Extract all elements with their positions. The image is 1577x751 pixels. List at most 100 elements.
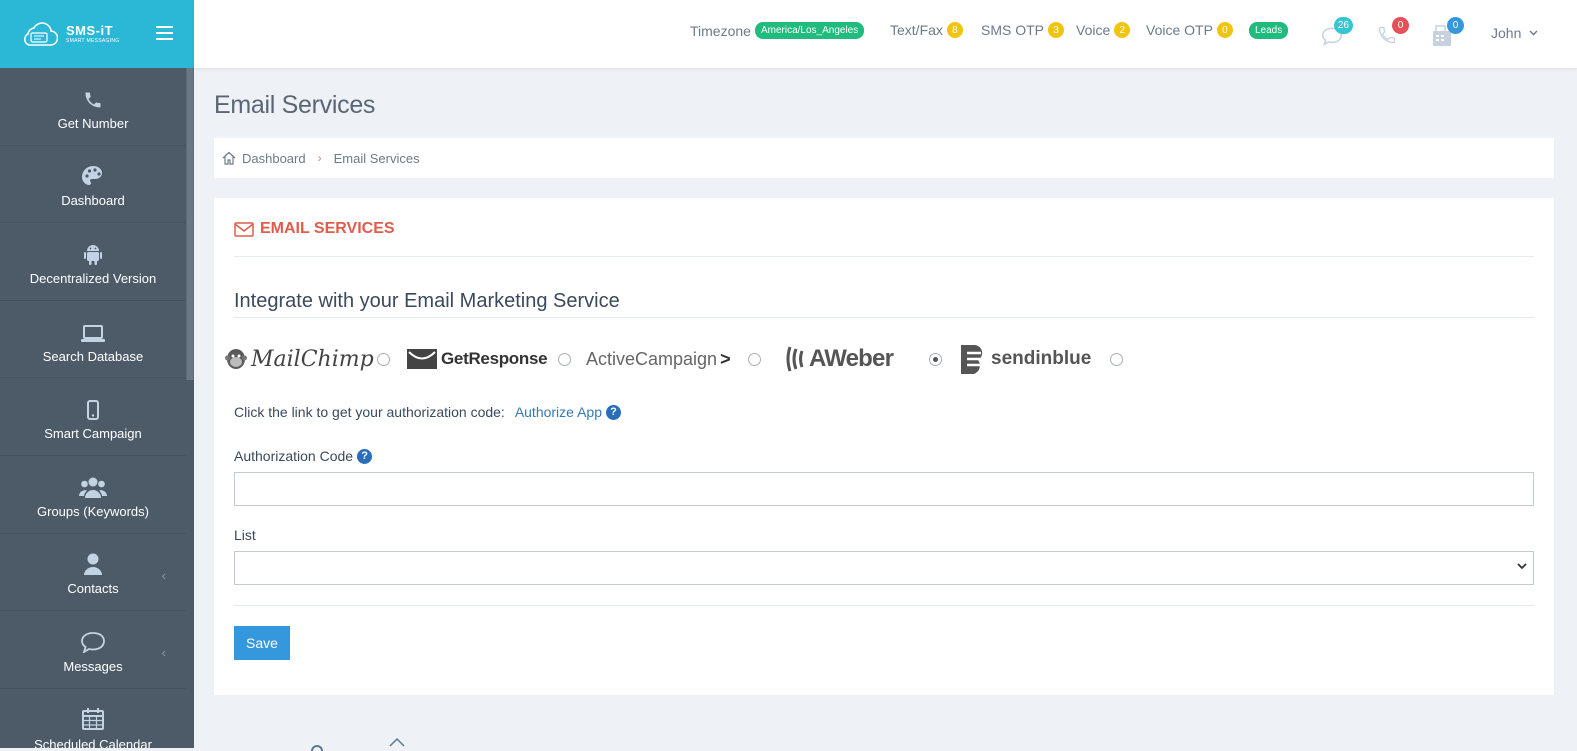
user-menu[interactable]: John xyxy=(1491,25,1538,41)
aweber-logo: AWeber xyxy=(785,343,894,375)
sidebar-item-search-database[interactable]: Search Database xyxy=(0,301,186,379)
authorization-prompt: Click the link to get your authorization… xyxy=(234,404,621,420)
sidebar-item-contacts[interactable]: Contacts ‹ xyxy=(0,534,186,612)
chevron-up-icon[interactable] xyxy=(389,737,405,747)
palette-icon xyxy=(82,166,102,186)
auth-code-label: Authorization Code ? xyxy=(234,448,373,464)
activecampaign-arrow-icon: > xyxy=(720,348,731,369)
brand-name: SMS-iT xyxy=(66,23,114,38)
breadcrumb: Dashboard › Email Services xyxy=(214,138,1554,178)
menu-toggle-icon[interactable] xyxy=(156,26,173,40)
activecampaign-logo: ActiveCampaign > xyxy=(586,343,731,375)
help-icon[interactable]: ? xyxy=(357,448,373,464)
sidebar-item-label: Smart Campaign xyxy=(44,426,142,442)
sidebar-item-messages[interactable]: Messages ‹ xyxy=(0,611,186,689)
getresponse-logo: GetResponse xyxy=(407,343,548,375)
getresponse-envelope-icon xyxy=(407,349,437,369)
sendinblue-logo: sendinblue xyxy=(959,343,1091,375)
chevron-down-icon xyxy=(1529,30,1538,36)
getresponse-name: GetResponse xyxy=(441,349,548,368)
aweber-name: AWeber xyxy=(809,345,894,372)
sidebar-item-label: Contacts xyxy=(67,581,119,597)
sidebar: SMS-iT SMART MESSAGING Get Number Dashbo… xyxy=(0,0,194,748)
panel-heading: EMAIL SERVICES xyxy=(234,220,395,238)
divider xyxy=(234,256,1534,257)
cloud-logo-icon xyxy=(24,22,58,46)
sidebar-item-label: Dashboard xyxy=(61,193,125,209)
fax-notification[interactable]: 0 xyxy=(1432,17,1464,47)
envelope-icon xyxy=(234,221,254,237)
authorization-code-input[interactable] xyxy=(234,472,1534,506)
calendar-icon xyxy=(82,707,104,730)
panel-heading-text: EMAIL SERVICES xyxy=(260,220,395,237)
leads-badge: Leads xyxy=(1249,22,1289,39)
sidebar-item-smart-campaign[interactable]: Smart Campaign xyxy=(0,378,186,456)
help-icon[interactable]: ? xyxy=(605,404,621,420)
sidebar-item-decentralized-version[interactable]: Decentralized Version xyxy=(0,223,186,301)
brand-header: SMS-iT SMART MESSAGING xyxy=(0,0,194,68)
sms-otp-credits[interactable]: SMS OTP 3 xyxy=(981,22,1065,38)
home-icon[interactable] xyxy=(222,151,236,165)
brand-tagline: SMART MESSAGING xyxy=(66,38,120,44)
timezone-badge: America/Los_Angeles xyxy=(754,22,865,39)
sendinblue-name: sendinblue xyxy=(991,348,1092,369)
messages-count-badge: 26 xyxy=(1333,17,1353,34)
timezone-label: Timezone xyxy=(690,22,751,39)
breadcrumb-current: Email Services xyxy=(333,150,420,166)
auth-code-label-text: Authorization Code xyxy=(234,448,354,464)
sendinblue-radio[interactable] xyxy=(1110,353,1123,366)
mailchimp-name: MailChimp xyxy=(251,346,374,372)
fax-count-badge: 0 xyxy=(1447,17,1464,34)
sidebar-scrollbar[interactable] xyxy=(186,68,194,380)
sidebar-item-label: Groups (Keywords) xyxy=(37,503,149,519)
authorize-app-link[interactable]: Authorize App xyxy=(515,404,602,420)
sidebar-item-label: Messages xyxy=(63,658,123,674)
calls-notification[interactable]: 0 xyxy=(1377,17,1409,47)
mailchimp-monkey-icon xyxy=(225,349,247,369)
brand-logo[interactable]: SMS-iT SMART MESSAGING xyxy=(20,20,120,48)
android-icon xyxy=(84,244,102,265)
top-bar: Timezone America/Los_Angeles Text/Fax 8 … xyxy=(194,0,1577,68)
chevron-down-icon xyxy=(1517,563,1527,570)
sidebar-item-label: Get Number xyxy=(57,115,129,131)
timezone-indicator[interactable]: Timezone America/Los_Angeles xyxy=(690,22,865,39)
voice-otp-label: Voice OTP xyxy=(1146,22,1213,38)
list-select[interactable] xyxy=(234,551,1534,585)
breadcrumb-separator-icon: › xyxy=(317,151,322,165)
chat-icon xyxy=(81,632,105,653)
sms-otp-label: SMS OTP xyxy=(981,22,1045,38)
sidebar-item-label: Search Database xyxy=(42,348,144,364)
messages-notification[interactable]: 26 xyxy=(1321,17,1353,47)
save-button[interactable]: Save xyxy=(234,626,290,660)
divider xyxy=(234,605,1534,606)
sidebar-item-groups-keywords[interactable]: Groups (Keywords) xyxy=(0,456,186,534)
mailchimp-radio[interactable] xyxy=(377,353,390,366)
getresponse-radio[interactable] xyxy=(558,353,571,366)
chevron-left-icon: ‹ xyxy=(161,567,166,583)
sendinblue-icon xyxy=(961,345,983,374)
sidebar-item-get-number[interactable]: Get Number xyxy=(0,68,186,146)
footer-partial xyxy=(305,736,415,751)
user-icon xyxy=(84,553,102,576)
divider xyxy=(234,317,1534,318)
auth-prompt-text: Click the link to get your authorization… xyxy=(234,404,505,420)
textfax-credits[interactable]: Text/Fax 8 xyxy=(890,22,963,38)
voice-otp-credits[interactable]: Voice OTP 0 xyxy=(1146,22,1233,38)
voice-credits[interactable]: Voice 2 xyxy=(1076,22,1131,38)
activecampaign-radio[interactable] xyxy=(748,353,761,366)
section-title: Integrate with your Email Marketing Serv… xyxy=(234,290,620,312)
users-icon xyxy=(79,477,107,498)
voice-label: Voice xyxy=(1076,22,1111,38)
list-label: List xyxy=(234,527,256,543)
page-title: Email Services xyxy=(214,91,376,119)
email-services-panel: EMAIL SERVICES Integrate with your Email… xyxy=(214,198,1554,695)
breadcrumb-dashboard-link[interactable]: Dashboard xyxy=(242,151,306,166)
leads-link[interactable]: Leads xyxy=(1249,22,1289,39)
aweber-radio[interactable] xyxy=(929,353,942,366)
sidebar-item-scheduled-calendar[interactable]: Scheduled Calendar xyxy=(0,689,186,748)
sms-otp-count-badge: 3 xyxy=(1048,22,1065,38)
sidebar-item-label: Decentralized Version xyxy=(29,270,157,286)
sidebar-item-dashboard[interactable]: Dashboard xyxy=(0,146,186,224)
list-label-text: List xyxy=(234,527,256,543)
aweber-waves-icon xyxy=(786,346,804,372)
